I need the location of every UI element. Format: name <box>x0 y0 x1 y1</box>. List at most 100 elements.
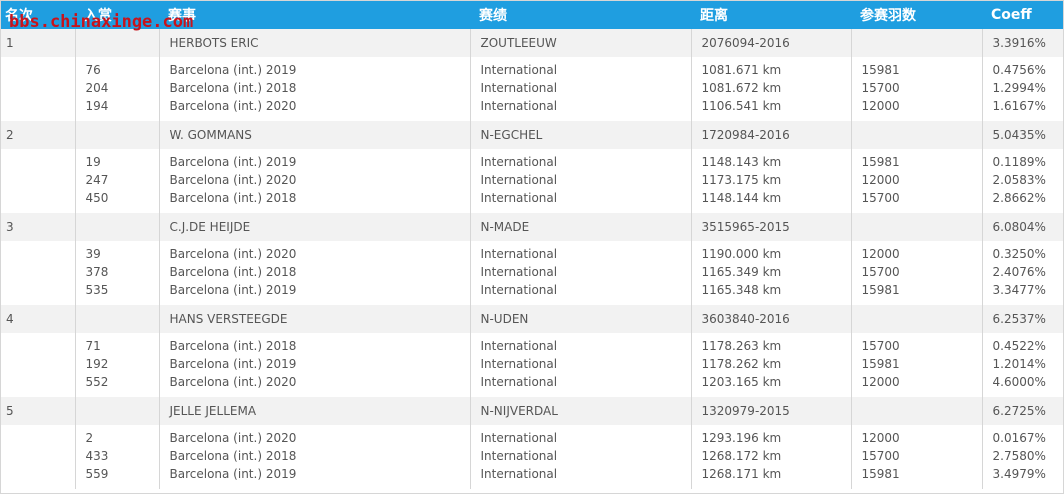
birds-value: 15700 <box>861 81 900 95</box>
birds-value: 15981 <box>861 63 900 77</box>
birds-cell: 15981 15700 12000 <box>850 57 982 121</box>
result-value: International <box>480 63 558 77</box>
birds-cell: 15700 15981 12000 <box>850 333 982 397</box>
birds-value: 12000 <box>861 431 900 445</box>
coeff-cell: 5.0435% <box>981 121 1064 149</box>
coeff-cell: 6.0804% <box>981 213 1064 241</box>
rank-cell <box>0 333 75 397</box>
prize-value: 378 <box>85 265 109 279</box>
coeff-value: 3.3477% <box>992 283 1046 297</box>
table-row[interactable]: 4 HANS VERSTEEGDE N-UDEN 3603840-2016 6.… <box>0 305 1064 333</box>
distance-value: 1165.349 km <box>701 265 782 279</box>
result-value: International <box>480 467 558 481</box>
prize-cell: 19 247 450 <box>74 149 159 213</box>
race-cell: Barcelona (int.) 2019 Barcelona (int.) 2… <box>158 57 470 121</box>
birds-cell <box>850 29 982 57</box>
detail-row: 2 433 559 Barcelona (int.) 2020 Barcelon… <box>0 425 1064 489</box>
prize-cell <box>74 305 159 333</box>
table-row[interactable]: 5 JELLE JELLEMA N-NIJVERDAL 1320979-2015… <box>0 397 1064 425</box>
detail-row: 39 378 535 Barcelona (int.) 2020 Barcelo… <box>0 241 1064 305</box>
coeff-value: 0.1189% <box>992 155 1046 169</box>
rank-cell: 4 <box>6 312 14 326</box>
prize-value: 247 <box>85 173 109 187</box>
results-page: 名次 入赏 赛事 赛绩 距离 参赛羽数 Coeff 1 HERBOTS ERIC… <box>0 0 1064 494</box>
distance-value: 1268.172 km <box>701 449 782 463</box>
result-value: International <box>480 431 558 445</box>
header-result[interactable]: 赛绩 <box>470 0 691 29</box>
location-cell: ZOUTLEEUW <box>469 29 691 57</box>
birds-value: 15700 <box>861 449 900 463</box>
coeff-value: 1.2014% <box>992 357 1046 371</box>
rank-cell: 3 <box>6 220 14 234</box>
coeff-cell: 0.4522% 1.2014% 4.6000% <box>981 333 1064 397</box>
coeff-value: 2.8662% <box>992 191 1046 205</box>
ring-cell: 3603840-2016 <box>690 305 851 333</box>
race-value: Barcelona (int.) 2019 <box>169 155 297 169</box>
header-birds[interactable]: 参赛羽数 <box>851 0 982 29</box>
prize-cell <box>74 121 159 149</box>
race-value: Barcelona (int.) 2020 <box>169 99 297 113</box>
name-cell: HANS VERSTEEGDE <box>158 305 470 333</box>
header-race[interactable]: 赛事 <box>159 0 470 29</box>
race-value: Barcelona (int.) 2018 <box>169 191 297 205</box>
distance-cell: 1178.263 km 1178.262 km 1203.165 km <box>690 333 851 397</box>
coeff-cell: 6.2725% <box>981 397 1064 425</box>
birds-cell <box>850 121 982 149</box>
prize-cell <box>74 29 159 57</box>
result-cell: International International Internationa… <box>469 57 691 121</box>
coeff-value: 0.4522% <box>992 339 1046 353</box>
header-rank[interactable]: 名次 <box>0 0 75 29</box>
race-value: Barcelona (int.) 2018 <box>169 339 297 353</box>
header-prize[interactable]: 入赏 <box>75 0 159 29</box>
birds-cell <box>850 397 982 425</box>
distance-value: 1081.671 km <box>701 63 782 77</box>
prize-value: 192 <box>85 357 109 371</box>
location-cell: N-EGCHEL <box>469 121 691 149</box>
birds-value: 12000 <box>861 375 900 389</box>
name-cell: W. GOMMANS <box>158 121 470 149</box>
rank-cell: 2 <box>6 128 14 142</box>
prize-value: 19 <box>85 155 101 169</box>
prize-value: 552 <box>85 375 109 389</box>
detail-row: 76 204 194 Barcelona (int.) 2019 Barcelo… <box>0 57 1064 121</box>
table-row[interactable]: 2 W. GOMMANS N-EGCHEL 1720984-2016 5.043… <box>0 121 1064 149</box>
distance-value: 1203.165 km <box>701 375 782 389</box>
header-coeff[interactable]: Coeff <box>982 0 1064 29</box>
prize-value: 535 <box>85 283 109 297</box>
coeff-value: 2.4076% <box>992 265 1046 279</box>
coeff-value: 1.6167% <box>992 99 1046 113</box>
distance-value: 1106.541 km <box>701 99 782 113</box>
location-cell: N-NIJVERDAL <box>469 397 691 425</box>
race-cell: Barcelona (int.) 2019 Barcelona (int.) 2… <box>158 149 470 213</box>
result-value: International <box>480 173 558 187</box>
result-value: International <box>480 449 558 463</box>
rank-cell <box>0 425 75 489</box>
coeff-value: 4.6000% <box>992 375 1046 389</box>
birds-value: 15981 <box>861 357 900 371</box>
prize-value: 559 <box>85 467 109 481</box>
distance-value: 1148.144 km <box>701 191 782 205</box>
birds-cell: 15981 12000 15700 <box>850 149 982 213</box>
race-value: Barcelona (int.) 2020 <box>169 431 297 445</box>
coeff-cell: 3.3916% <box>981 29 1064 57</box>
distance-value: 1148.143 km <box>701 155 782 169</box>
birds-value: 15981 <box>861 283 900 297</box>
race-cell: Barcelona (int.) 2018 Barcelona (int.) 2… <box>158 333 470 397</box>
coeff-cell: 0.4756% 1.2994% 1.6167% <box>981 57 1064 121</box>
rank-cell <box>0 57 75 121</box>
table-row[interactable]: 1 HERBOTS ERIC ZOUTLEEUW 2076094-2016 3.… <box>0 29 1064 57</box>
distance-cell: 1190.000 km 1165.349 km 1165.348 km <box>690 241 851 305</box>
ring-cell: 1320979-2015 <box>690 397 851 425</box>
prize-cell: 71 192 552 <box>74 333 159 397</box>
ring-cell: 1720984-2016 <box>690 121 851 149</box>
distance-cell: 1081.671 km 1081.672 km 1106.541 km <box>690 57 851 121</box>
coeff-cell: 0.3250% 2.4076% 3.3477% <box>981 241 1064 305</box>
prize-value: 204 <box>85 81 109 95</box>
coeff-cell: 6.2537% <box>981 305 1064 333</box>
coeff-cell: 0.1189% 2.0583% 2.8662% <box>981 149 1064 213</box>
result-value: International <box>480 247 558 261</box>
header-distance[interactable]: 距离 <box>691 0 851 29</box>
table-row[interactable]: 3 C.J.DE HEIJDE N-MADE 3515965-2015 6.08… <box>0 213 1064 241</box>
detail-row: 71 192 552 Barcelona (int.) 2018 Barcelo… <box>0 333 1064 397</box>
birds-cell <box>850 305 982 333</box>
